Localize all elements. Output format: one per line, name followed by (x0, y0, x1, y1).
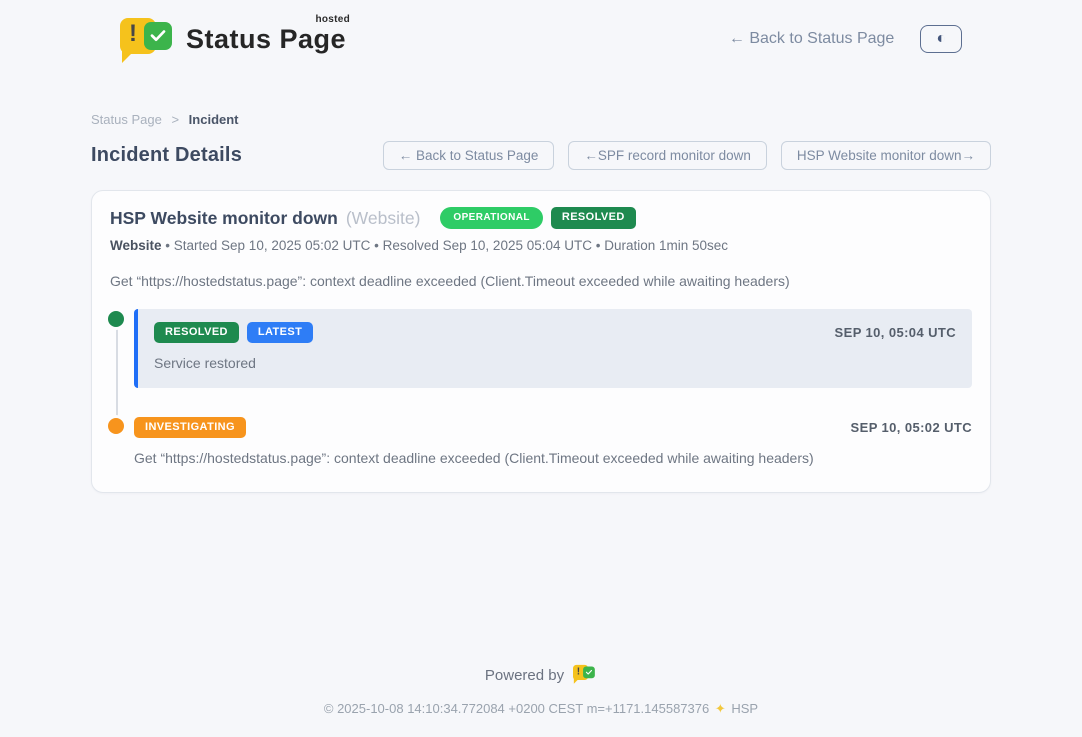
timeline-update-timestamp: SEP 10, 05:04 UTC (835, 325, 956, 340)
powered-by-label: Powered by (485, 667, 564, 684)
incident-meta-details: • Started Sep 10, 2025 05:02 UTC • Resol… (165, 238, 728, 253)
brand-name: Status Page hosted (186, 24, 346, 55)
logo-bubble-tail (122, 50, 135, 63)
exclamation-icon: ! (577, 667, 580, 677)
title-row: Incident Details ← Back to Status Page ←… (91, 141, 991, 170)
exclamation-icon: ! (129, 22, 137, 46)
investigating-badge: INVESTIGATING (134, 417, 246, 438)
breadcrumb-separator: > (171, 112, 179, 127)
timeline-first-update: INVESTIGATING SEP 10, 05:02 UTC Get “htt… (134, 416, 972, 466)
timeline-update-message: Get “https://hostedstatus.page”: context… (134, 450, 972, 466)
incident-timeline: RESOLVED LATEST SEP 10, 05:04 UTC Servic… (110, 309, 972, 466)
powered-by-logo-link[interactable]: ! (573, 664, 597, 686)
breadcrumb-status-page[interactable]: Status Page (91, 112, 162, 127)
copyright-text: © 2025-10-08 14:10:34.772084 +0200 CEST … (324, 701, 709, 716)
timeline-update-badges: RESOLVED LATEST (154, 322, 313, 343)
incident-title-row: HSP Website monitor down (Website) OPERA… (110, 207, 972, 229)
next-incident-button[interactable]: HSP Website monitor down→ (781, 141, 991, 170)
logo-bubble-tail (574, 678, 579, 683)
timeline-item-resolved: RESOLVED LATEST SEP 10, 05:04 UTC Servic… (110, 309, 972, 388)
breadcrumb: Status Page > Incident (91, 112, 991, 127)
incident-nav-buttons: ← Back to Status Page ←SPF record monito… (383, 141, 991, 170)
incident-card: HSP Website monitor down (Website) OPERA… (91, 190, 991, 493)
checkmark-icon (583, 667, 595, 679)
page-title: Incident Details (91, 144, 242, 167)
back-to-status-page-link[interactable]: ← Back to Status Page (729, 30, 894, 48)
sparkle-icon: ✦ (715, 701, 726, 716)
contrast-icon: ◐ (936, 30, 946, 47)
main-content: Status Page > Incident Incident Details … (91, 112, 991, 493)
resolved-badge: RESOLVED (154, 322, 239, 343)
timeline-dot-investigating (108, 418, 124, 434)
checkmark-icon (144, 22, 172, 50)
timeline-update-timestamp: SEP 10, 05:02 UTC (851, 420, 972, 435)
incident-component: Website (110, 238, 162, 253)
timeline-update-message: Service restored (154, 355, 956, 371)
site-footer: Powered by ! © 2025-10-08 14:10:34.77208… (0, 664, 1082, 737)
site-header: ! Status Page hosted ← Back to Status Pa… (0, 0, 1082, 62)
incident-description: Get “https://hostedstatus.page”: context… (110, 273, 972, 289)
back-to-status-page-button[interactable]: ← Back to Status Page (383, 141, 555, 170)
timeline-update-header: RESOLVED LATEST SEP 10, 05:04 UTC (154, 322, 956, 343)
header-actions: ← Back to Status Page ◐ (729, 25, 962, 53)
brand-logo-icon-small: ! (573, 664, 596, 683)
incident-scope: (Website) (346, 208, 421, 229)
powered-by: Powered by ! (485, 664, 597, 686)
theme-toggle-button[interactable]: ◐ (920, 25, 962, 53)
operational-status-badge: OPERATIONAL (440, 207, 542, 229)
timeline-dot-resolved (108, 311, 124, 327)
breadcrumb-incident: Incident (189, 112, 239, 127)
copyright-suffix: HSP (731, 701, 758, 716)
timeline-update-header: INVESTIGATING SEP 10, 05:02 UTC (134, 417, 972, 438)
brand-superscript: hosted (315, 14, 350, 25)
brand-logo[interactable]: ! Status Page hosted (120, 16, 346, 62)
copyright-line: © 2025-10-08 14:10:34.772084 +0200 CEST … (0, 701, 1082, 717)
resolved-state-badge: RESOLVED (551, 207, 636, 228)
incident-meta: Website • Started Sep 10, 2025 05:02 UTC… (110, 238, 972, 253)
latest-badge: LATEST (247, 322, 313, 343)
brand-logo-icon: ! (120, 16, 174, 62)
timeline-item-investigating: INVESTIGATING SEP 10, 05:02 UTC Get “htt… (110, 416, 972, 466)
incident-title: HSP Website monitor down (110, 208, 338, 229)
timeline-latest-update-card: RESOLVED LATEST SEP 10, 05:04 UTC Servic… (134, 309, 972, 388)
prev-incident-button[interactable]: ←SPF record monitor down (568, 141, 767, 170)
